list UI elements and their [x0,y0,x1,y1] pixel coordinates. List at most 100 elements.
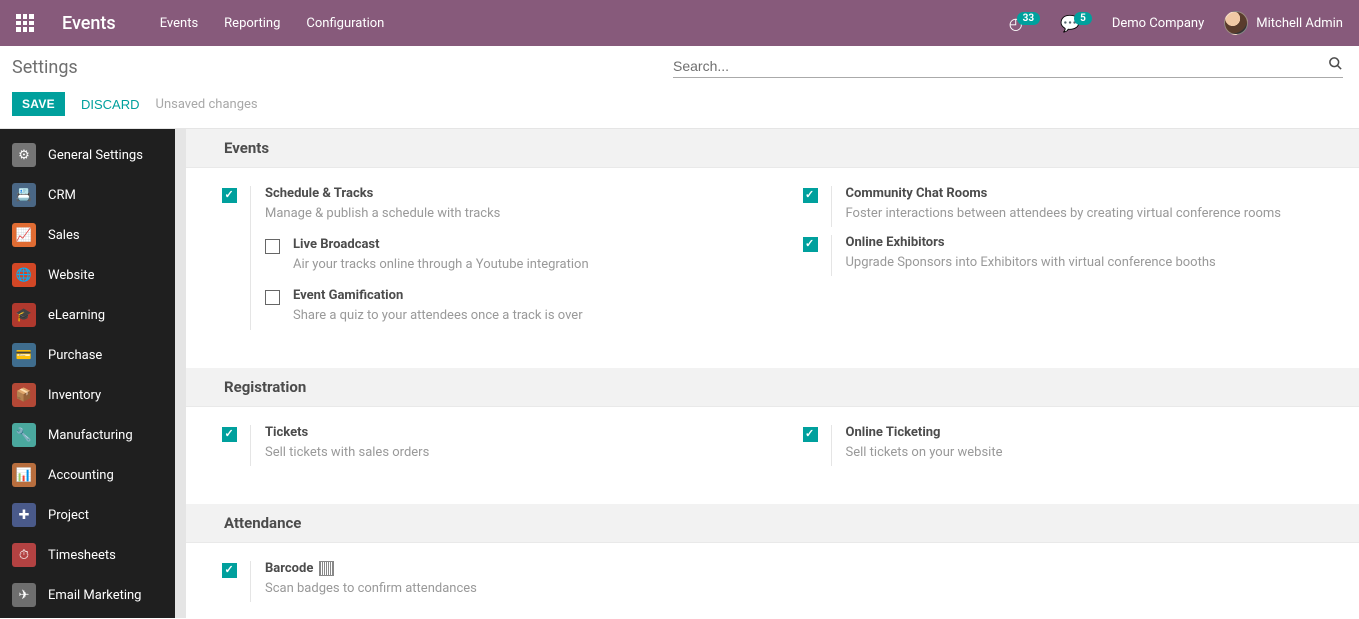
checkbox-community-chat-rooms[interactable] [803,188,818,203]
sidebar-icon: 🌐 [12,263,36,287]
sidebar-icon: ⏱ [12,543,36,567]
page-title: Settings [12,57,78,78]
user-name: Mitchell Admin [1256,16,1343,31]
sidebar-item-website[interactable]: 🌐 Website [0,255,175,295]
sidebar-item-elearning[interactable]: 🎓 eLearning [0,295,175,335]
setting-desc: Share a quiz to your attendees once a tr… [293,307,743,325]
sidebar-item-label: Inventory [48,388,101,403]
setting-title: Live Broadcast [293,237,743,252]
sidebar-item-general-settings[interactable]: ⚙ General Settings [0,135,175,175]
sidebar-item-label: Purchase [48,348,102,363]
sidebar-icon: 📊 [12,463,36,487]
nav-links: Events Reporting Configuration [160,16,385,31]
nav-link-configuration[interactable]: Configuration [306,16,384,31]
setting-desc: Foster interactions between attendees by… [846,205,1324,223]
setting-desc: Manage & publish a schedule with tracks [265,205,743,223]
nav-right: ◴ 33 💬 5 Demo Company Mitchell Admin [1009,11,1343,35]
barcode-icon [319,561,334,576]
section-header-attendance: Attendance [186,504,1359,543]
setting-live-broadcast: Live Broadcast Air your tracks online th… [265,237,743,274]
checkbox-online-ticketing[interactable] [803,427,818,442]
apps-icon[interactable] [16,14,34,32]
checkbox-schedule-tracks[interactable] [222,188,237,203]
avatar [1224,11,1248,35]
main-area: ⚙ General Settings 📇 CRM 📈 Sales 🌐 Website 🎓 eLea… [0,129,1359,618]
sidebar-item-label: Website [48,268,95,283]
setting-desc: Sell tickets on your website [846,444,1324,462]
search-bar[interactable] [673,56,1343,78]
checkbox-barcode[interactable] [222,563,237,578]
setting-title: Online Ticketing [846,425,1324,440]
activity-badge: 33 [1017,12,1040,25]
setting-desc: Scan badges to confirm attendances [265,580,743,598]
nav-link-events[interactable]: Events [160,16,198,31]
save-button[interactable]: SAVE [12,92,65,116]
settings-sidebar: ⚙ General Settings 📇 CRM 📈 Sales 🌐 Website 🎓 eLea… [0,129,175,618]
sidebar-icon: 💳 [12,343,36,367]
user-menu[interactable]: Mitchell Admin [1224,11,1343,35]
setting-online-ticketing: Online Ticketing Sell tickets on your we… [803,425,1324,466]
sidebar-item-purchase[interactable]: 💳 Purchase [0,335,175,375]
checkbox-event-gamification[interactable] [265,290,280,305]
setting-title: Barcode [265,561,743,576]
sidebar-item-label: Accounting [48,468,114,483]
sidebar-item-label: Email Marketing [48,588,141,603]
sidebar-item-accounting[interactable]: 📊 Accounting [0,455,175,495]
setting-title: Schedule & Tracks [265,186,743,201]
sidebar-item-sales[interactable]: 📈 Sales [0,215,175,255]
setting-title: Online Exhibitors [846,235,1324,250]
section-header-registration: Registration [186,368,1359,407]
setting-title-text: Barcode [265,561,313,576]
activity-button[interactable]: ◴ 33 [1009,14,1040,33]
top-navbar: Events Events Reporting Configuration ◴ … [0,0,1359,46]
setting-community-chat-rooms: Community Chat Rooms Foster interactions… [803,186,1324,227]
sidebar-icon: ✚ [12,503,36,527]
sidebar-icon: 🔧 [12,423,36,447]
setting-desc: Sell tickets with sales orders [265,444,743,462]
sidebar-item-label: General Settings [48,148,143,163]
status-text: Unsaved changes [156,97,258,112]
messaging-badge: 5 [1074,12,1092,25]
control-panel: Settings SAVE DISCARD Unsaved changes [0,46,1359,129]
messaging-button[interactable]: 💬 5 [1060,14,1092,33]
section-header-events: Events [186,129,1359,168]
checkbox-live-broadcast[interactable] [265,239,280,254]
search-icon[interactable] [1328,56,1343,75]
search-input[interactable] [673,58,1328,74]
sidebar-scrollbar[interactable] [175,129,186,618]
sidebar-item-label: CRM [48,188,76,203]
sidebar-item-timesheets[interactable]: ⏱ Timesheets [0,535,175,575]
setting-title: Event Gamification [293,288,743,303]
sidebar-icon: ✈ [12,583,36,607]
sidebar-icon: 📈 [12,223,36,247]
sidebar-item-project[interactable]: ✚ Project [0,495,175,535]
setting-tickets: Tickets Sell tickets with sales orders [222,425,743,466]
nav-link-reporting[interactable]: Reporting [224,16,280,31]
sidebar-item-label: eLearning [48,308,105,323]
discard-button[interactable]: DISCARD [81,97,140,112]
setting-online-exhibitors: Online Exhibitors Upgrade Sponsors into … [803,235,1324,276]
sidebar-icon: 📇 [12,183,36,207]
sidebar-icon: 📦 [12,383,36,407]
setting-schedule-tracks: Schedule & Tracks Manage & publish a sch… [222,186,743,330]
sidebar-item-label: Project [48,508,89,523]
sidebar-icon: ⚙ [12,143,36,167]
sidebar-item-crm[interactable]: 📇 CRM [0,175,175,215]
sidebar-item-email-marketing[interactable]: ✈ Email Marketing [0,575,175,615]
checkbox-online-exhibitors[interactable] [803,237,818,252]
setting-barcode: Barcode Scan badges to confirm attendanc… [222,561,743,602]
sidebar-item-label: Manufacturing [48,428,133,443]
company-switcher[interactable]: Demo Company [1112,16,1204,31]
setting-event-gamification: Event Gamification Share a quiz to your … [265,288,743,325]
setting-desc: Upgrade Sponsors into Exhibitors with vi… [846,254,1324,272]
sidebar-item-inventory[interactable]: 📦 Inventory [0,375,175,415]
app-brand[interactable]: Events [62,13,116,34]
settings-content: Events Schedule & Tracks Manage & publis… [186,129,1359,618]
checkbox-tickets[interactable] [222,427,237,442]
sidebar-item-label: Sales [48,228,80,243]
setting-title: Tickets [265,425,743,440]
sidebar-item-label: Timesheets [48,548,116,563]
sidebar-icon: 🎓 [12,303,36,327]
setting-desc: Air your tracks online through a Youtube… [293,256,743,274]
sidebar-item-manufacturing[interactable]: 🔧 Manufacturing [0,415,175,455]
